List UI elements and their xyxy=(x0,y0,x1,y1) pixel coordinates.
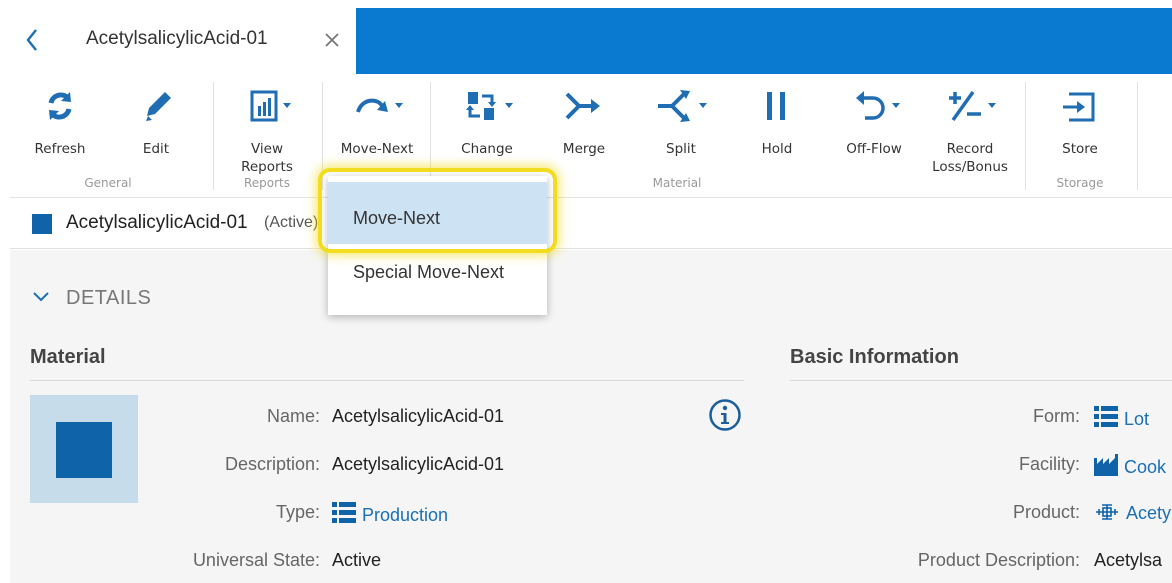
group-label-general: General xyxy=(84,176,132,190)
section-divider xyxy=(790,380,1172,381)
close-icon[interactable] xyxy=(320,28,344,52)
merge-button[interactable]: Merge xyxy=(539,82,629,172)
material-square-icon xyxy=(56,422,112,478)
factory-icon xyxy=(1094,454,1118,476)
edit-label: Edit xyxy=(142,141,170,157)
field-value-product-wrapper: Acety xyxy=(1094,502,1171,524)
info-icon[interactable] xyxy=(708,398,742,432)
field-label-type: Type: xyxy=(275,502,320,522)
split-button[interactable]: Split xyxy=(636,82,726,172)
store-button[interactable]: Store xyxy=(1035,82,1125,172)
field-label-product: Product: xyxy=(1012,502,1080,522)
field-value-name: AcetylsalicylicAcid-01 xyxy=(332,406,505,426)
field-label-product-description: Product Description: xyxy=(917,550,1080,570)
field-label-facility: Facility: xyxy=(1018,454,1080,474)
off-flow-button[interactable]: Off-Flow xyxy=(829,82,919,172)
field-value-description: AcetylsalicylicAcid-01 xyxy=(332,454,505,474)
store-import-icon xyxy=(1063,92,1095,122)
chevron-left-icon[interactable] xyxy=(20,26,44,54)
field-label-universal-state: Universal State: xyxy=(192,550,320,570)
pause-icon xyxy=(767,92,785,120)
basic-info-section-title: Basic Information xyxy=(790,346,959,368)
menu-item-special-move-next[interactable]: Special Move-Next xyxy=(328,246,547,306)
field-value-form-wrapper: Lot xyxy=(1094,406,1149,430)
tab-title: AcetylsalicylicAcid-01 xyxy=(86,28,268,49)
field-label-description: Description: xyxy=(224,454,320,474)
edit-button[interactable]: Edit xyxy=(111,82,201,172)
entity-state: (Active) xyxy=(264,214,319,231)
pencil-icon xyxy=(146,92,171,121)
field-value-facility[interactable]: Cook xyxy=(1124,457,1166,477)
list-icon xyxy=(1094,406,1118,427)
move-next-button[interactable]: Move-Next xyxy=(332,82,422,172)
details-panel: DETAILS Material Basic Information Name:… xyxy=(10,250,1172,583)
group-divider xyxy=(213,82,214,190)
group-divider xyxy=(1137,82,1138,190)
split-label: Split xyxy=(666,141,696,157)
view-reports-button[interactable]: View Reports xyxy=(222,82,312,175)
move-next-dropdown-menu: Move-Next Special Move-Next xyxy=(328,176,547,315)
refresh-button[interactable]: Refresh xyxy=(15,82,105,172)
group-divider xyxy=(430,82,431,190)
product-structure-icon xyxy=(1096,504,1118,520)
material-thumbnail xyxy=(30,395,138,503)
menu-item-label: Move-Next xyxy=(353,208,441,228)
section-divider xyxy=(30,380,744,381)
store-label: Store xyxy=(1062,141,1098,157)
change-button[interactable]: Change xyxy=(442,82,532,172)
field-value-product[interactable]: Acety xyxy=(1126,503,1171,523)
hold-button[interactable]: Hold xyxy=(732,82,822,172)
group-divider xyxy=(322,82,323,190)
ribbon-toolbar: Refresh Edit View Reports Move-Next Chan… xyxy=(10,74,1172,198)
group-label-storage: Storage xyxy=(1056,176,1104,190)
entity-header: AcetylsalicylicAcid-01 (Active) xyxy=(10,199,1172,249)
refresh-label: Refresh xyxy=(34,141,86,157)
entity-name: AcetylsalicylicAcid-01 xyxy=(66,212,248,233)
material-section-title: Material xyxy=(30,346,106,368)
chevron-down-icon[interactable] xyxy=(32,290,50,304)
field-value-universal-state: Active xyxy=(332,550,382,570)
move-next-label: Move-Next xyxy=(340,141,414,157)
field-value-form[interactable]: Lot xyxy=(1124,409,1149,429)
field-value-facility-wrapper: Cook xyxy=(1094,454,1166,478)
off-flow-label: Off-Flow xyxy=(846,141,902,157)
details-heading[interactable]: DETAILS xyxy=(66,287,151,310)
record-loss-bonus-button[interactable]: Record Loss/Bonus xyxy=(925,82,1015,175)
menu-item-label: Special Move-Next xyxy=(353,262,505,282)
field-label-form: Form: xyxy=(1033,406,1080,426)
hold-label: Hold xyxy=(761,141,793,157)
tab-bar: AcetylsalicylicAcid-01 xyxy=(10,8,1172,74)
refresh-icon xyxy=(48,92,72,120)
list-icon xyxy=(332,502,356,523)
move-next-arrow-icon xyxy=(356,98,403,113)
off-flow-undo-icon xyxy=(856,91,900,120)
split-icon xyxy=(658,90,707,122)
change-label: Change xyxy=(461,141,513,157)
material-icon xyxy=(32,214,52,234)
plus-minus-icon xyxy=(949,90,996,122)
merge-icon xyxy=(565,92,600,120)
group-divider xyxy=(1025,82,1026,190)
group-label-reports: Reports xyxy=(243,176,291,190)
field-label-name: Name: xyxy=(266,406,320,426)
field-value-type-wrapper: Production xyxy=(332,502,448,526)
change-icon xyxy=(466,92,513,120)
record-loss-bonus-label: Record Loss/Bonus xyxy=(932,141,1008,175)
report-chart-icon xyxy=(250,90,291,122)
tab-acetylsalicylic[interactable]: AcetylsalicylicAcid-01 xyxy=(10,8,356,74)
field-value-product-description: Acetylsa xyxy=(1094,550,1163,570)
field-value-type[interactable]: Production xyxy=(362,505,448,525)
menu-item-move-next[interactable]: Move-Next xyxy=(328,182,547,244)
view-reports-label: View Reports xyxy=(241,141,293,175)
merge-label: Merge xyxy=(562,141,606,157)
